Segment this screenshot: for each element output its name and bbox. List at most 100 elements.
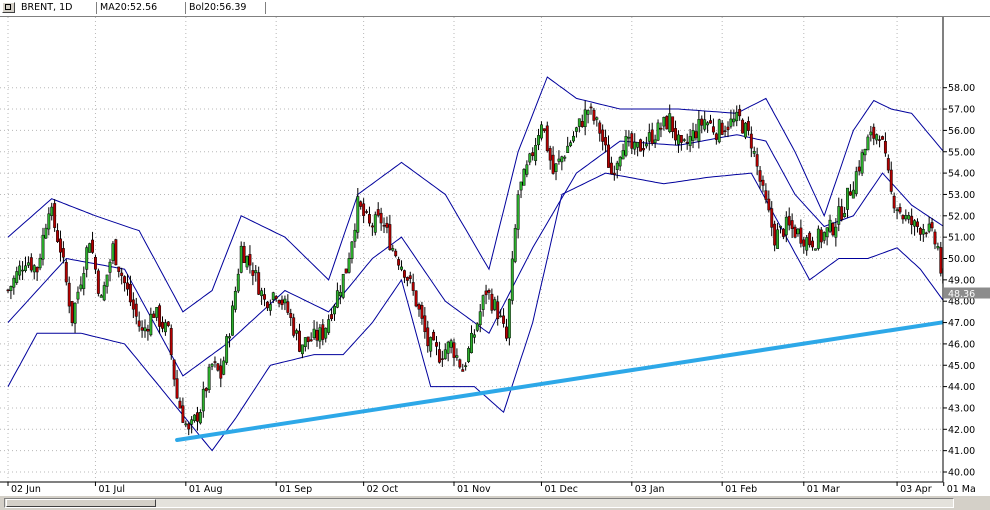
candle-up <box>776 229 780 249</box>
candle-down <box>886 158 890 171</box>
candle-down <box>720 122 724 135</box>
candle-down <box>59 238 62 253</box>
candle-up <box>268 304 272 311</box>
candle-up <box>429 337 433 352</box>
candle-up <box>828 219 832 232</box>
candle-up <box>519 181 523 191</box>
candle-up <box>510 258 514 301</box>
candle-down <box>242 246 246 264</box>
candle-down <box>793 226 797 238</box>
candle-up <box>318 327 322 342</box>
candle-up <box>338 291 342 297</box>
candle-up <box>814 248 817 251</box>
candle-down <box>359 201 363 207</box>
candle-up <box>24 265 27 271</box>
candle-down <box>67 282 71 307</box>
scrollbar-thumb[interactable] <box>6 499 156 507</box>
candle-down <box>263 294 266 300</box>
candle-up <box>513 228 517 262</box>
candle-up <box>572 135 575 142</box>
y-tick-label: 47.00 <box>948 318 975 329</box>
candle-down <box>700 118 704 126</box>
horizontal-scrollbar[interactable] <box>0 495 990 510</box>
candle-down <box>166 321 170 326</box>
candle-down <box>738 109 742 117</box>
candle-down <box>770 208 774 228</box>
candle-down <box>280 299 284 306</box>
candle-down <box>169 328 173 356</box>
candle-down <box>298 330 301 352</box>
candle-down <box>265 301 269 309</box>
candle-up <box>732 118 736 123</box>
candle-up <box>822 232 826 241</box>
candle-down <box>257 272 261 295</box>
candle-up <box>805 237 809 251</box>
candle-up <box>76 291 80 300</box>
candle-up <box>834 226 838 238</box>
candle-up <box>333 305 336 315</box>
candle-up <box>201 388 205 412</box>
candle-up <box>735 111 739 122</box>
candle-up <box>443 349 447 360</box>
candle-down <box>286 301 290 313</box>
candle-down <box>204 388 208 392</box>
candlesticks <box>6 100 946 436</box>
candle-up <box>21 269 25 272</box>
y-tick-label: 51.00 <box>948 233 975 244</box>
candle-down <box>694 131 698 139</box>
y-tick-label: 58.00 <box>948 83 975 94</box>
candle-down <box>440 358 444 360</box>
chart-canvas[interactable]: 40.00 41.00 42.00 43.00 44.00 45.00 46.00 47.00… <box>0 17 990 495</box>
candle-down <box>764 190 768 200</box>
candle-down <box>598 122 602 134</box>
candle-down <box>420 305 424 319</box>
candle-up <box>574 127 578 132</box>
candle-up <box>373 214 377 233</box>
price-chart[interactable]: 40.00 41.00 42.00 43.00 44.00 45.00 46.00 47.00… <box>0 17 990 495</box>
candle-down <box>607 144 610 168</box>
candle-down <box>840 206 844 220</box>
candle-down <box>385 222 389 228</box>
candle-up <box>143 327 147 332</box>
x-tick-label: 01 Nov <box>457 484 491 495</box>
candle-down <box>181 405 185 423</box>
candle-up <box>516 194 520 230</box>
symbol-label: BRENT, 1D <box>18 2 97 14</box>
window-menu-icon[interactable] <box>2 2 15 13</box>
candle-up <box>198 412 202 424</box>
candle-down <box>639 139 643 152</box>
candle-down <box>362 203 366 216</box>
candle-up <box>627 136 631 139</box>
candle-up <box>644 143 648 147</box>
candle-up <box>682 139 686 141</box>
x-tick-label: 01 Feb <box>725 484 757 495</box>
candle-down <box>831 223 835 236</box>
candle-up <box>636 142 640 148</box>
y-tick-label: 55.00 <box>948 147 975 158</box>
candle-down <box>134 303 138 317</box>
candle-up <box>921 229 925 235</box>
x-tick-label: 03 Jan <box>635 484 665 495</box>
y-tick-label: 57.00 <box>948 105 975 116</box>
candle-up <box>927 223 931 232</box>
candle-up <box>111 243 115 261</box>
candle-up <box>225 336 229 363</box>
candle-down <box>158 305 162 327</box>
x-tick-label: 02 Jun <box>11 484 41 495</box>
candle-down <box>414 290 418 307</box>
candle-down <box>808 232 812 246</box>
candle-down <box>397 259 401 266</box>
x-tick-label: 03 Apr <box>900 484 932 495</box>
x-tick-label: 01 Aug <box>189 484 223 495</box>
candle-down <box>487 290 491 293</box>
candle-up <box>295 330 299 334</box>
candle-up <box>507 299 511 339</box>
candle-down <box>505 326 508 339</box>
candle-down <box>755 154 759 167</box>
candle-up <box>353 229 357 242</box>
candle-down <box>685 141 689 144</box>
candle-up <box>449 340 453 348</box>
y-tick-label: 53.00 <box>948 190 975 201</box>
y-tick-label: 49.00 <box>948 275 975 286</box>
candle-down <box>918 228 922 235</box>
